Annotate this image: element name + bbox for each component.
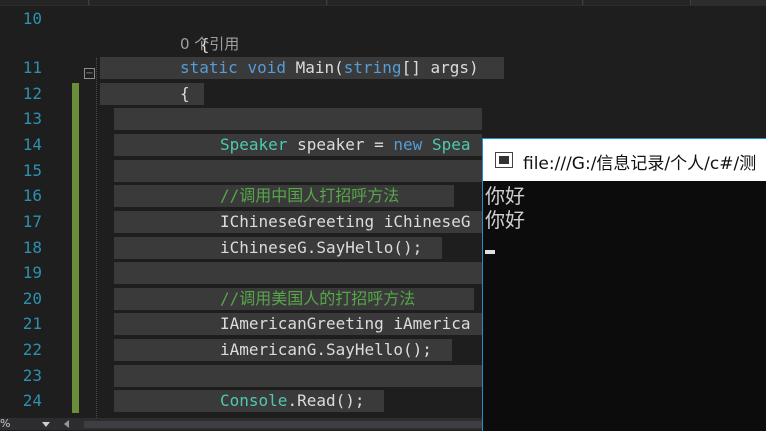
line-number: 17 (22, 212, 42, 231)
console-titlebar[interactable]: file:///G:/信息记录/个人/c#/测 (483, 139, 766, 181)
line-number: 14 (22, 135, 42, 154)
console-cursor (485, 250, 495, 254)
line-number: 20 (22, 289, 42, 308)
code-line: 11 static void Main(string[] args) (0, 55, 766, 81)
tab-4[interactable] (584, 0, 691, 5)
scrollbar-thumb[interactable] (84, 421, 482, 428)
tab-2[interactable] (90, 0, 327, 5)
line-number: 18 (22, 238, 42, 257)
line-number: 12 (22, 84, 42, 103)
line-number: 24 (22, 391, 42, 410)
code-text: { (180, 84, 190, 103)
line-number: 10 (22, 9, 42, 28)
console-output-line: 你好 (485, 208, 525, 232)
selection-highlight (114, 160, 482, 182)
code-text: Speaker speaker = new Spea (220, 135, 471, 154)
tab-3[interactable] (328, 0, 583, 5)
code-text: iChineseG.SayHello(); (220, 238, 423, 257)
console-output-line: 你好 (485, 184, 525, 208)
console-window[interactable]: file:///G:/信息记录/个人/c#/测 你好 你好 (482, 138, 766, 431)
code-comment: //调用美国人的打招呼方法 (220, 289, 416, 308)
code-text: IChineseGreeting iChineseG (220, 212, 471, 231)
line-number: 19 (22, 263, 42, 282)
selection-highlight (114, 262, 482, 284)
zoom-dropdown-icon[interactable] (42, 422, 50, 427)
scroll-left-icon[interactable] (64, 420, 69, 428)
line-number: 16 (22, 186, 42, 205)
console-title: file:///G:/信息记录/个人/c#/测 (523, 154, 757, 174)
code-text: static void Main(string[] args) (180, 58, 479, 77)
code-line: 10 { (0, 6, 766, 54)
line-number: 22 (22, 340, 42, 359)
tab-1[interactable] (0, 0, 89, 5)
line-number: 11 (22, 58, 42, 77)
line-number: 23 (22, 366, 42, 385)
zoom-level[interactable]: % (0, 418, 10, 430)
code-text: IAmericanGreeting iAmerica (220, 314, 471, 333)
console-app-icon[interactable] (495, 152, 513, 168)
line-number: 21 (22, 314, 42, 333)
reference-count-link[interactable]: 0 个引用 (180, 33, 239, 55)
selection-highlight (114, 365, 482, 387)
code-comment: //调用中国人打招呼方法 (220, 186, 400, 205)
line-number: 13 (22, 109, 42, 128)
selection-highlight (114, 108, 482, 130)
line-number: 15 (22, 161, 42, 180)
code-text: iAmericanG.SayHello(); (220, 340, 432, 359)
codelens-row: 0 个引用 (0, 33, 766, 55)
code-line: 13 (0, 106, 766, 132)
code-text: Console.Read(); (220, 391, 365, 410)
code-line: 12 { (0, 81, 766, 107)
